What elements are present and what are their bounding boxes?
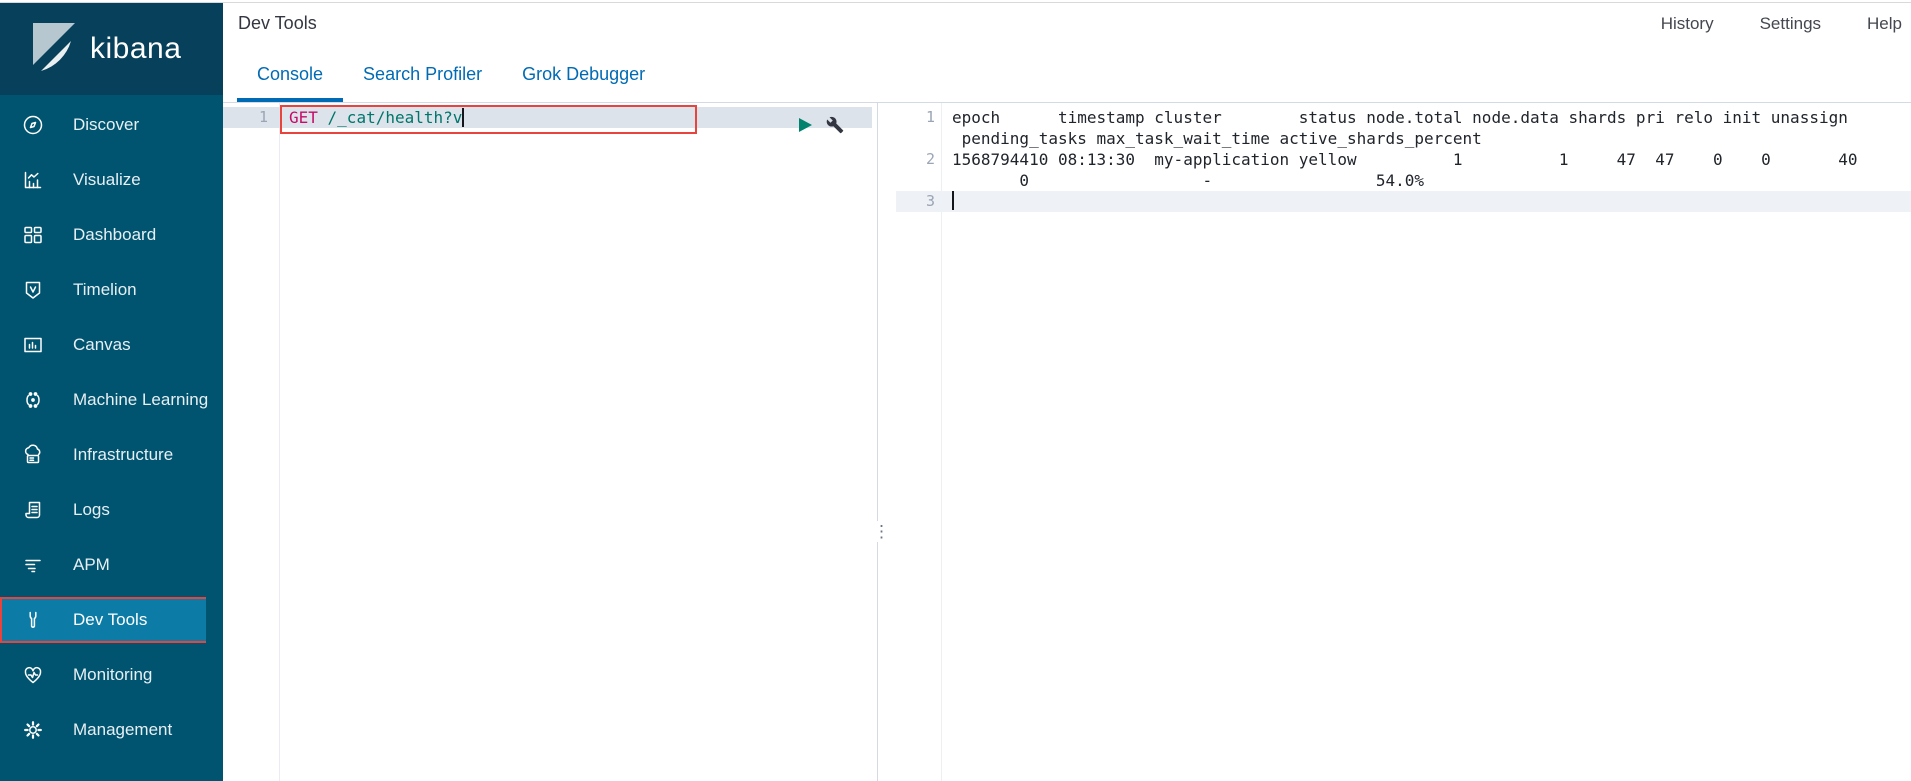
sidebar-item-label: Dashboard — [73, 224, 157, 244]
drag-handle-icon[interactable]: ⋮ — [872, 521, 891, 542]
sidebar-item-machine-learning[interactable]: Machine Learning — [0, 372, 223, 427]
request-path: /_cat/health?v — [317, 108, 463, 127]
editor-gutter-border — [279, 103, 280, 781]
top-border — [0, 0, 1911, 3]
request-options-button[interactable] — [826, 116, 844, 134]
http-method: GET — [289, 108, 318, 127]
sidebar-item-infrastructure[interactable]: Infrastructure — [0, 427, 223, 482]
sidebar-item-label: Machine Learning — [73, 389, 209, 409]
output-line-wrap: pending_tasks max_task_wait_time active_… — [896, 128, 1911, 149]
tab-grok-debugger[interactable]: Grok Debugger — [502, 47, 665, 102]
output-line-text: 1568794410 08:13:30 my-application yello… — [952, 150, 1858, 169]
editor-text-cursor — [462, 107, 465, 127]
page-title: Dev Tools — [238, 13, 317, 33]
output-line: 1 epoch timestamp cluster status node.tot… — [896, 107, 1911, 128]
sidebar-item-apm[interactable]: APM — [0, 537, 223, 592]
sidebar-item-visualize[interactable]: Visualize — [0, 152, 223, 207]
infrastructure-cloud-icon — [20, 442, 46, 468]
output-line-number: 3 — [925, 192, 935, 210]
sidebar-item-label: Dev Tools — [73, 609, 148, 629]
editor-active-line[interactable]: 1 GET /_cat/health?v — [223, 105, 872, 134]
request-actions — [798, 116, 844, 134]
output-line-number: 1 — [925, 108, 935, 126]
bar-chart-icon — [20, 167, 46, 193]
sidebar-item-label: Visualize — [73, 169, 141, 189]
console-area: 1 GET /_cat/health?v ⋮ 1 epoch timestamp … — [223, 103, 1911, 781]
tabs: Console Search Profiler Grok Debugger — [237, 47, 665, 102]
sidebar-item-label: Canvas — [73, 334, 131, 354]
sidebar-item-canvas[interactable]: Canvas — [0, 317, 223, 372]
kibana-app: kibana Discover Visualize Dashboard Timelio… — [0, 0, 1911, 781]
topbar-actions: History Settings Help — [1661, 14, 1902, 34]
output-line: 3 — [896, 190, 1911, 212]
sidebar-item-timelion[interactable]: Timelion — [0, 262, 223, 317]
topbar-settings-button[interactable]: Settings — [1760, 14, 1821, 34]
output-line-wrap: 0 - 54.0% — [896, 170, 1911, 191]
sidebar-item-discover[interactable]: Discover — [0, 97, 223, 152]
sidebar-item-label: Discover — [73, 114, 140, 134]
editor-code[interactable]: GET /_cat/health?v — [289, 107, 465, 128]
output-line-text: pending_tasks max_task_wait_time active_… — [952, 129, 1482, 148]
output-text-cursor — [952, 190, 954, 210]
panel-splitter[interactable]: ⋮ — [872, 103, 896, 781]
topbar-history-button[interactable]: History — [1661, 14, 1714, 34]
response-output[interactable]: 1 epoch timestamp cluster status node.tot… — [896, 103, 1911, 781]
kibana-logo[interactable]: kibana — [0, 3, 223, 95]
wrench-dark-icon — [826, 116, 844, 134]
apm-lines-icon — [20, 552, 46, 578]
sidebar-item-logs[interactable]: Logs — [0, 482, 223, 537]
output-line: 2 1568794410 08:13:30 my-application yell… — [896, 149, 1911, 170]
sidebar: kibana Discover Visualize Dashboard Timelio… — [0, 3, 223, 781]
output-lines: 1 epoch timestamp cluster status node.tot… — [896, 107, 1911, 212]
canvas-frame-icon — [20, 332, 46, 358]
sidebar-item-label: APM — [73, 554, 110, 574]
kibana-logo-icon — [31, 22, 77, 76]
output-line-text: epoch timestamp cluster status node.tota… — [952, 108, 1848, 127]
splitter-line — [877, 103, 878, 781]
logs-scroll-icon — [20, 497, 46, 523]
kibana-logo-text: kibana — [90, 32, 182, 65]
wrench-icon — [20, 607, 46, 633]
tab-search-profiler[interactable]: Search Profiler — [343, 47, 502, 102]
sidebar-item-dev-tools[interactable]: Dev Tools — [0, 592, 223, 647]
timelion-shield-icon — [20, 277, 46, 303]
output-line-number: 2 — [925, 150, 935, 168]
heartbeat-icon — [20, 662, 46, 688]
sidebar-item-label: Logs — [73, 499, 110, 519]
sidebar-nav: Discover Visualize Dashboard Timelion Canvas… — [0, 97, 223, 757]
sidebar-item-dashboard[interactable]: Dashboard — [0, 207, 223, 262]
request-editor[interactable]: 1 GET /_cat/health?v — [223, 103, 872, 781]
sidebar-item-label: Monitoring — [73, 664, 153, 684]
output-line-text: 0 - 54.0% — [952, 171, 1425, 190]
tab-console[interactable]: Console — [237, 47, 343, 102]
sidebar-item-label: Management — [73, 719, 173, 739]
sidebar-item-monitoring[interactable]: Monitoring — [0, 647, 223, 702]
compass-icon — [20, 112, 46, 138]
sidebar-item-management[interactable]: Management — [0, 702, 223, 757]
sidebar-item-label: Infrastructure — [73, 444, 174, 464]
topbar: Dev Tools History Settings Help Console Sea… — [223, 3, 1911, 103]
gear-icon — [20, 717, 46, 743]
editor-line-number: 1 — [258, 108, 268, 126]
dashboard-grid-icon — [20, 222, 46, 248]
send-request-button[interactable] — [798, 117, 813, 133]
machine-learning-icon — [20, 387, 46, 413]
topbar-help-button[interactable]: Help — [1867, 14, 1902, 34]
sidebar-item-label: Timelion — [73, 279, 137, 299]
play-icon — [799, 118, 812, 132]
